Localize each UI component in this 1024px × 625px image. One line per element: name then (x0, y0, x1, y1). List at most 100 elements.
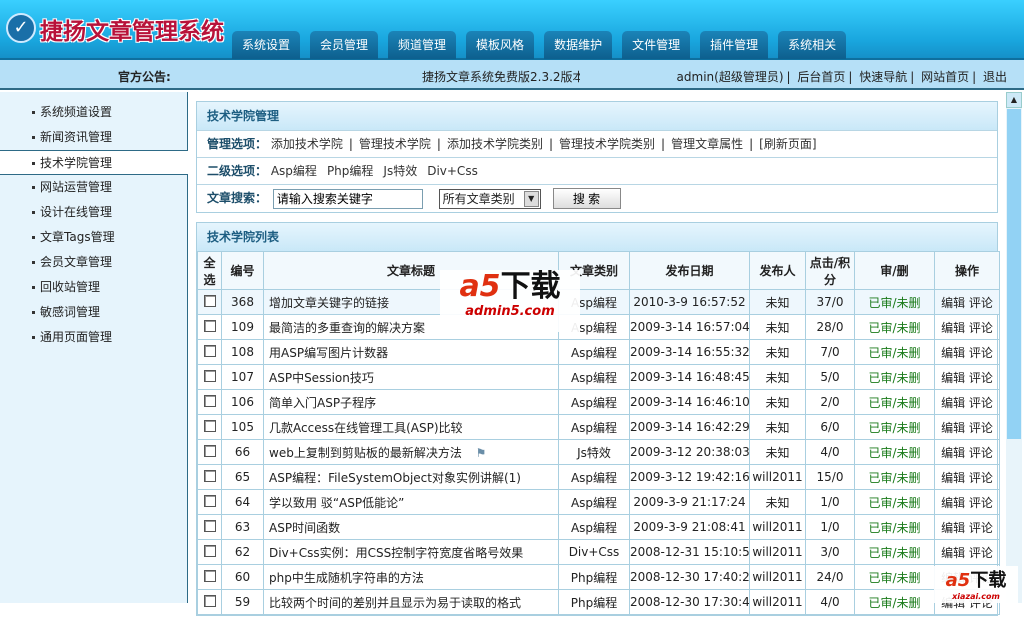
sidebar-item[interactable]: 回收站管理 (0, 275, 187, 300)
article-title-link[interactable]: 最简洁的多重查询的解决方案 (269, 321, 425, 335)
audit-link[interactable]: 已审 (868, 346, 892, 360)
article-title-link[interactable]: php中生成随机字符串的方法 (269, 571, 424, 585)
delete-link[interactable]: 未删 (897, 546, 921, 560)
article-title-link[interactable]: ASP中Session技巧 (269, 371, 374, 385)
edit-link[interactable]: 编辑 (941, 496, 965, 510)
comment-link[interactable]: 评论 (969, 346, 993, 360)
row-checkbox[interactable] (203, 569, 216, 582)
row-checkbox[interactable] (203, 494, 216, 507)
tab-2[interactable]: 频道管理 (388, 31, 457, 59)
row-checkbox[interactable] (203, 369, 216, 382)
row-checkbox[interactable] (203, 394, 216, 407)
edit-link[interactable]: 编辑 (941, 371, 965, 385)
article-title-link[interactable]: Div+Css实例：用CSS控制字符宽度省略号效果 (269, 546, 523, 560)
audit-link[interactable]: 已审 (868, 371, 892, 385)
tab-5[interactable]: 文件管理 (622, 31, 691, 59)
edit-link[interactable]: 编辑 (941, 346, 965, 360)
tab-0[interactable]: 系统设置 (232, 31, 301, 59)
audit-link[interactable]: 已审 (868, 546, 892, 560)
tab-7[interactable]: 系统相关 (778, 31, 847, 59)
sidebar-item[interactable]: 敏感词管理 (0, 300, 187, 325)
sidebar-item[interactable]: 设计在线管理 (0, 200, 187, 225)
delete-link[interactable]: 未删 (897, 296, 921, 310)
article-title-link[interactable]: ASP编程：FileSystemObject对象实例讲解(1) (269, 471, 521, 485)
audit-link[interactable]: 已审 (868, 446, 892, 460)
comment-link[interactable]: 评论 (969, 421, 993, 435)
tab-4[interactable]: 数据维护 (544, 31, 613, 59)
sidebar-item[interactable]: 网站运营管理 (0, 175, 187, 200)
manage-option-link[interactable]: 管理技术学院类别 (559, 137, 655, 151)
manage-option-link[interactable]: 管理文章属性 (671, 137, 743, 151)
comment-link[interactable]: 评论 (969, 521, 993, 535)
article-title-link[interactable]: 简单入门ASP子程序 (269, 396, 376, 410)
sub-option-link[interactable]: Js特效 (383, 164, 417, 178)
article-title-link[interactable]: 增加文章关键字的链接 (269, 296, 389, 310)
sub-option-link[interactable]: Asp编程 (271, 164, 317, 178)
edit-link[interactable]: 编辑 (941, 421, 965, 435)
delete-link[interactable]: 未删 (897, 321, 921, 335)
scroll-thumb[interactable] (1007, 109, 1021, 439)
article-title-link[interactable]: 几款Access在线管理工具(ASP)比较 (269, 421, 463, 435)
link-admin-home[interactable]: 后台首页 (797, 70, 845, 84)
manage-option-link[interactable]: [刷新页面] (759, 137, 816, 151)
scroll-up-arrow-icon[interactable]: ▲ (1006, 92, 1022, 108)
row-checkbox[interactable] (203, 594, 216, 607)
audit-link[interactable]: 已审 (868, 521, 892, 535)
comment-link[interactable]: 评论 (969, 546, 993, 560)
edit-link[interactable]: 编辑 (941, 446, 965, 460)
audit-link[interactable]: 已审 (868, 296, 892, 310)
delete-link[interactable]: 未删 (897, 446, 921, 460)
search-button[interactable]: 搜 索 (552, 188, 621, 209)
sidebar-item[interactable]: 通用页面管理 (0, 325, 187, 350)
tab-1[interactable]: 会员管理 (310, 31, 379, 59)
edit-link[interactable]: 编辑 (941, 321, 965, 335)
column-header[interactable]: 全选 (197, 251, 222, 290)
scrollbar[interactable]: ▲ (1006, 92, 1022, 603)
sidebar-item[interactable]: 新闻资讯管理 (0, 125, 187, 150)
article-title-link[interactable]: 用ASP编写图片计数器 (269, 346, 388, 360)
edit-link[interactable]: 编辑 (941, 396, 965, 410)
delete-link[interactable]: 未删 (897, 471, 921, 485)
manage-option-link[interactable]: 添加技术学院类别 (447, 137, 543, 151)
comment-link[interactable]: 评论 (969, 496, 993, 510)
edit-link[interactable]: 编辑 (941, 521, 965, 535)
search-input[interactable] (272, 188, 423, 209)
sidebar-item[interactable]: 系统频道设置 (0, 100, 187, 125)
comment-link[interactable]: 评论 (969, 396, 993, 410)
category-select[interactable]: 所有文章类别 ▼ (438, 188, 541, 209)
row-checkbox[interactable] (203, 544, 216, 557)
comment-link[interactable]: 评论 (969, 321, 993, 335)
sidebar-item[interactable]: 文章Tags管理 (0, 225, 187, 250)
delete-link[interactable]: 未删 (897, 346, 921, 360)
article-title-link[interactable]: 学以致用 驳“ASP低能论” (269, 496, 404, 510)
edit-link[interactable]: 编辑 (941, 296, 965, 310)
edit-link[interactable]: 编辑 (941, 546, 965, 560)
delete-link[interactable]: 未删 (897, 571, 921, 585)
manage-option-link[interactable]: 添加技术学院 (271, 137, 343, 151)
tab-6[interactable]: 插件管理 (700, 31, 769, 59)
audit-link[interactable]: 已审 (868, 321, 892, 335)
audit-link[interactable]: 已审 (868, 496, 892, 510)
link-quick-nav[interactable]: 快速导航 (859, 70, 907, 84)
manage-option-link[interactable]: 管理技术学院 (359, 137, 431, 151)
article-title-link[interactable]: web上复制到剪贴板的最新解决方法 (269, 446, 462, 460)
audit-link[interactable]: 已审 (868, 571, 892, 585)
delete-link[interactable]: 未删 (897, 371, 921, 385)
audit-link[interactable]: 已审 (868, 396, 892, 410)
sub-option-link[interactable]: Div+Css (427, 164, 478, 178)
sub-option-link[interactable]: Php编程 (327, 164, 373, 178)
comment-link[interactable]: 评论 (969, 446, 993, 460)
row-checkbox[interactable] (203, 419, 216, 432)
row-checkbox[interactable] (203, 319, 216, 332)
sidebar-item[interactable]: 会员文章管理 (0, 250, 187, 275)
delete-link[interactable]: 未删 (897, 496, 921, 510)
link-logout[interactable]: 退出 (983, 70, 1007, 84)
delete-link[interactable]: 未删 (897, 396, 921, 410)
row-checkbox[interactable] (203, 469, 216, 482)
comment-link[interactable]: 评论 (969, 371, 993, 385)
tab-3[interactable]: 模板风格 (466, 31, 535, 59)
article-title-link[interactable]: ASP时间函数 (269, 521, 340, 535)
delete-link[interactable]: 未删 (897, 521, 921, 535)
delete-link[interactable]: 未删 (897, 421, 921, 435)
row-checkbox[interactable] (203, 294, 216, 307)
